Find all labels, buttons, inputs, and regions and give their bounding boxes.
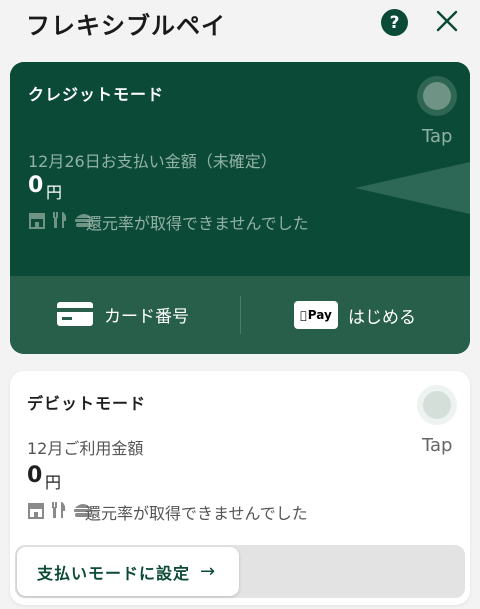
credit-mode-label: クレジットモード (28, 85, 165, 104)
restaurant-icon (53, 212, 67, 228)
credit-tap-label: Tap (422, 126, 453, 147)
header: フレキシブルペイ ? (0, 0, 480, 44)
debit-tap-button[interactable] (417, 385, 457, 425)
tap-circle-icon (423, 391, 451, 419)
close-icon (436, 10, 458, 32)
debit-amount-value: 0 (27, 463, 43, 488)
store-icon (28, 503, 44, 519)
credit-card-body: クレジットモード Tap 12月26日お支払い金額（未確定） 0 円 還元率が取… (10, 62, 470, 276)
debit-category-icons (27, 501, 93, 519)
arrow-right-icon: → (200, 561, 216, 582)
credit-category-icons (28, 211, 94, 229)
apple-pay-start-button[interactable]: Pay はじめる (294, 301, 416, 329)
apple-pay-start-label: はじめる (348, 307, 416, 328)
credit-amount-unit: 円 (46, 183, 63, 202)
debit-rate-text: 還元率が取得できませんでした (85, 504, 308, 523)
debit-tap-label: Tap (422, 435, 453, 456)
store-icon (29, 213, 45, 229)
debit-mode-card[interactable]: デビットモード Tap 12月ご利用金額 0 円 還元率が取得できませんでした … (10, 371, 470, 605)
actions-divider (240, 296, 241, 334)
card-number-label: カード番号 (104, 306, 189, 327)
question-icon: ? (389, 12, 400, 33)
credit-rate-text: 還元率が取得できませんでした (86, 214, 309, 233)
credit-card-icon (57, 302, 93, 326)
credit-amount-label: 12月26日お支払い金額（未確定） (28, 152, 277, 171)
credit-card-actions: カード番号 Pay はじめる (10, 276, 470, 354)
credit-mode-card[interactable]: クレジットモード Tap 12月26日お支払い金額（未確定） 0 円 還元率が取… (10, 62, 470, 354)
set-payment-mode-button[interactable]: 支払いモードに設定 → (17, 547, 239, 596)
apple-pay-icon: Pay (294, 301, 338, 329)
set-payment-mode-label: 支払いモードに設定 (37, 563, 191, 583)
page-title: フレキシブルペイ (26, 12, 226, 40)
restaurant-icon (52, 502, 66, 518)
tap-circle-icon (423, 82, 451, 110)
help-button[interactable]: ? (381, 9, 408, 36)
debit-amount-unit: 円 (45, 473, 62, 492)
card-number-button[interactable]: カード番号 (56, 301, 189, 327)
debit-mode-label: デビットモード (27, 394, 147, 413)
debit-amount-label: 12月ご利用金額 (27, 439, 144, 458)
credit-amount-value: 0 (28, 173, 44, 198)
close-button[interactable] (433, 6, 461, 36)
credit-tap-button[interactable] (417, 76, 457, 116)
